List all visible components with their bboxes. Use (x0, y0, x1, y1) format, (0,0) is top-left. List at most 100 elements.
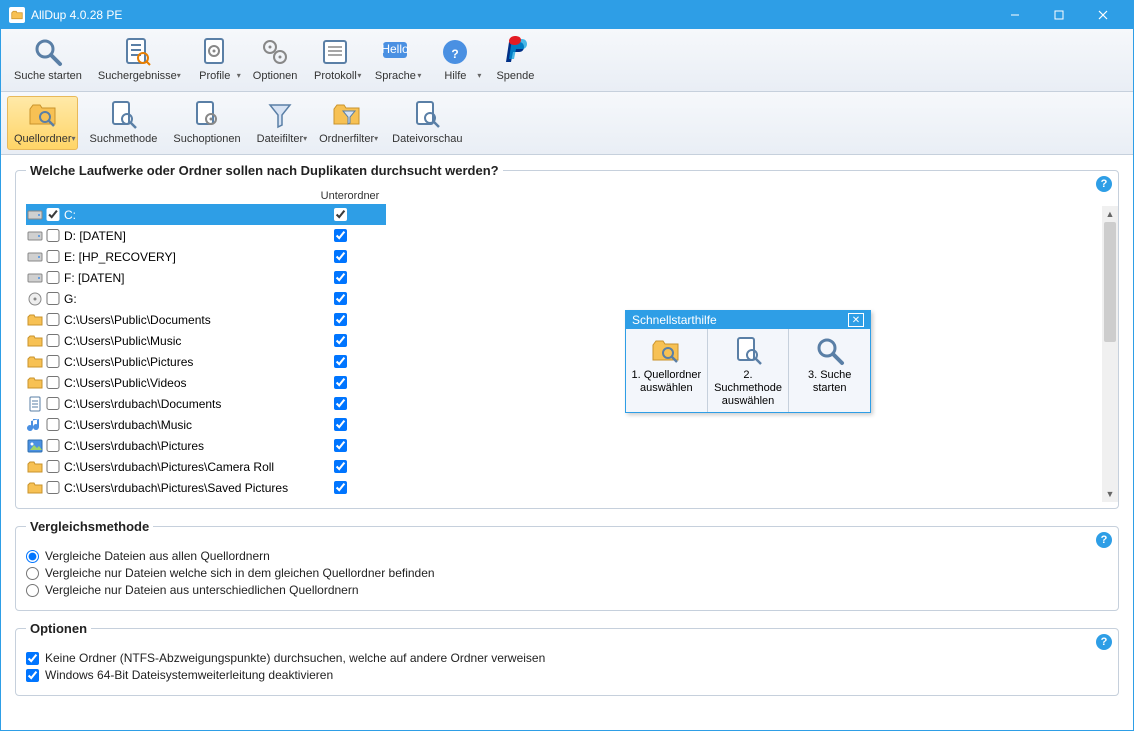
folder-row[interactable]: C:\Users\rdubach\Pictures\Saved Pictures (26, 477, 386, 498)
srcfolder-button[interactable]: Quellordner▾ (7, 96, 78, 150)
preview-button[interactable]: Dateivorschau (385, 96, 469, 150)
button-label: Sprache (375, 70, 416, 82)
page-gear2-icon (191, 99, 223, 131)
help-icon[interactable]: ? (1096, 532, 1112, 548)
maximize-button[interactable] (1037, 1, 1081, 29)
folder-mag-icon (650, 335, 682, 367)
folder-row[interactable]: C:\Users\Public\Videos (26, 372, 386, 393)
button-label: Dateifilter (257, 133, 303, 145)
method-button[interactable]: Suchmethode (82, 96, 164, 150)
folder-checkbox[interactable] (46, 397, 60, 410)
subfolder-checkbox[interactable] (334, 355, 347, 368)
folder-path: C:\Users\rdubach\Music (60, 418, 308, 432)
folder-checkbox[interactable] (46, 250, 60, 263)
subfolder-checkbox[interactable] (334, 271, 347, 284)
scroll-thumb[interactable] (1104, 222, 1116, 342)
subfolder-checkbox[interactable] (334, 397, 347, 410)
donate-button[interactable]: Spende (486, 33, 544, 87)
subfolder-checkbox[interactable] (334, 313, 347, 326)
subfolder-checkbox[interactable] (334, 292, 347, 305)
quickstart-step[interactable]: 2. Suchmethode auswählen (708, 329, 790, 412)
folder-checkbox[interactable] (46, 418, 60, 431)
ribbon-sub: Quellordner▾SuchmethodeSuchoptionenDatei… (1, 92, 1133, 155)
profile-button[interactable]: Profile▾ (186, 33, 244, 87)
compare-radio[interactable] (26, 567, 39, 580)
subfolder-checkbox[interactable] (334, 481, 347, 494)
help-button[interactable]: Hilfe▾ (426, 33, 484, 87)
page-list-icon (121, 36, 153, 68)
folder-row[interactable]: D: [DATEN] (26, 225, 386, 246)
lang-button[interactable]: Sprache▾ (366, 33, 424, 87)
option-label: Keine Ordner (NTFS-Abzweigungspunkte) du… (45, 651, 545, 665)
folder-checkbox[interactable] (46, 292, 60, 305)
subfolder-checkbox[interactable] (334, 229, 347, 242)
button-label: Hilfe (444, 70, 466, 82)
subfolder-checkbox[interactable] (334, 334, 347, 347)
folder-checkbox[interactable] (46, 313, 60, 326)
filefilt-button[interactable]: Dateifilter▾ (250, 96, 310, 150)
close-button[interactable] (1081, 1, 1125, 29)
folder-checkbox[interactable] (46, 460, 60, 473)
help-icon[interactable]: ? (1096, 634, 1112, 650)
folder-checkbox[interactable] (46, 271, 60, 284)
folder-row[interactable]: C:\Users\Public\Music (26, 330, 386, 351)
folder-checkbox[interactable] (46, 229, 60, 242)
folder-checkbox[interactable] (46, 334, 60, 347)
folder-checkbox[interactable] (46, 481, 60, 494)
drive-icon (26, 270, 44, 286)
folder-row[interactable]: C:\Users\rdubach\Pictures (26, 435, 386, 456)
folder-checkbox[interactable] (46, 208, 60, 221)
folder-checkbox[interactable] (46, 376, 60, 389)
window-title: AllDup 4.0.28 PE (31, 8, 993, 22)
minimize-button[interactable] (993, 1, 1037, 29)
results-button[interactable]: Suchergebnisse▾ (91, 33, 184, 87)
button-label: Protokoll (314, 70, 357, 82)
option-checkbox[interactable] (26, 652, 39, 665)
options-button[interactable]: Optionen (246, 33, 305, 87)
folderfilt-button[interactable]: Ordnerfilter▾ (312, 96, 381, 150)
subfolder-checkbox[interactable] (334, 418, 347, 431)
folder-checkbox[interactable] (46, 355, 60, 368)
folder-path: C: (60, 208, 308, 222)
protocol-button[interactable]: Protokoll▾ (306, 33, 364, 87)
folder-row[interactable]: E: [HP_RECOVERY] (26, 246, 386, 267)
start-button[interactable]: Suche starten (7, 33, 89, 87)
compare-radio[interactable] (26, 550, 39, 563)
folder-row[interactable]: C:\Users\rdubach\Pictures\Camera Roll (26, 456, 386, 477)
subfolder-checkbox[interactable] (334, 439, 347, 452)
quickstart-step[interactable]: 3. Suche starten (789, 329, 870, 412)
folder-row[interactable]: C:\Users\Public\Pictures (26, 351, 386, 372)
subfolder-checkbox[interactable] (334, 376, 347, 389)
folder-path: C:\Users\Public\Documents (60, 313, 308, 327)
subfolder-checkbox[interactable] (334, 250, 347, 263)
compare-legend: Vergleichsmethode (26, 519, 153, 534)
compare-label: Vergleiche nur Dateien aus unterschiedli… (45, 583, 359, 597)
music-icon (26, 417, 44, 433)
folder-checkbox[interactable] (46, 439, 60, 452)
subfolder-checkbox[interactable] (334, 208, 347, 221)
scroll-up-icon[interactable]: ▲ (1102, 206, 1118, 222)
compare-radio[interactable] (26, 584, 39, 597)
quickstart-panel[interactable]: Schnellstarthilfe ✕ 1. Quellordner auswä… (625, 310, 871, 413)
scrollbar[interactable]: ▲ ▼ (1102, 206, 1118, 502)
chevron-down-icon: ▾ (237, 71, 241, 80)
folder-row[interactable]: C:\Users\rdubach\Music (26, 414, 386, 435)
scroll-down-icon[interactable]: ▼ (1102, 486, 1118, 502)
quickstart-close-icon[interactable]: ✕ (848, 313, 864, 327)
subfolder-checkbox[interactable] (334, 460, 347, 473)
scroll-track[interactable] (1102, 222, 1118, 486)
page-mag-icon (732, 335, 764, 367)
folder-row[interactable]: C: (26, 204, 386, 225)
folder-row[interactable]: C:\Users\rdubach\Documents (26, 393, 386, 414)
searchopt-button[interactable]: Suchoptionen (166, 96, 247, 150)
quickstart-header[interactable]: Schnellstarthilfe ✕ (626, 311, 870, 329)
option-checkbox[interactable] (26, 669, 39, 682)
help-icon[interactable]: ? (1096, 176, 1112, 192)
drive-icon (26, 228, 44, 244)
folder-row[interactable]: F: [DATEN] (26, 267, 386, 288)
folder-row[interactable]: C:\Users\Public\Documents (26, 309, 386, 330)
chevron-down-icon: ▾ (177, 71, 181, 80)
folder-path: C:\Users\rdubach\Pictures (60, 439, 308, 453)
quickstart-step[interactable]: 1. Quellordner auswählen (626, 329, 708, 412)
folder-row[interactable]: G: (26, 288, 386, 309)
